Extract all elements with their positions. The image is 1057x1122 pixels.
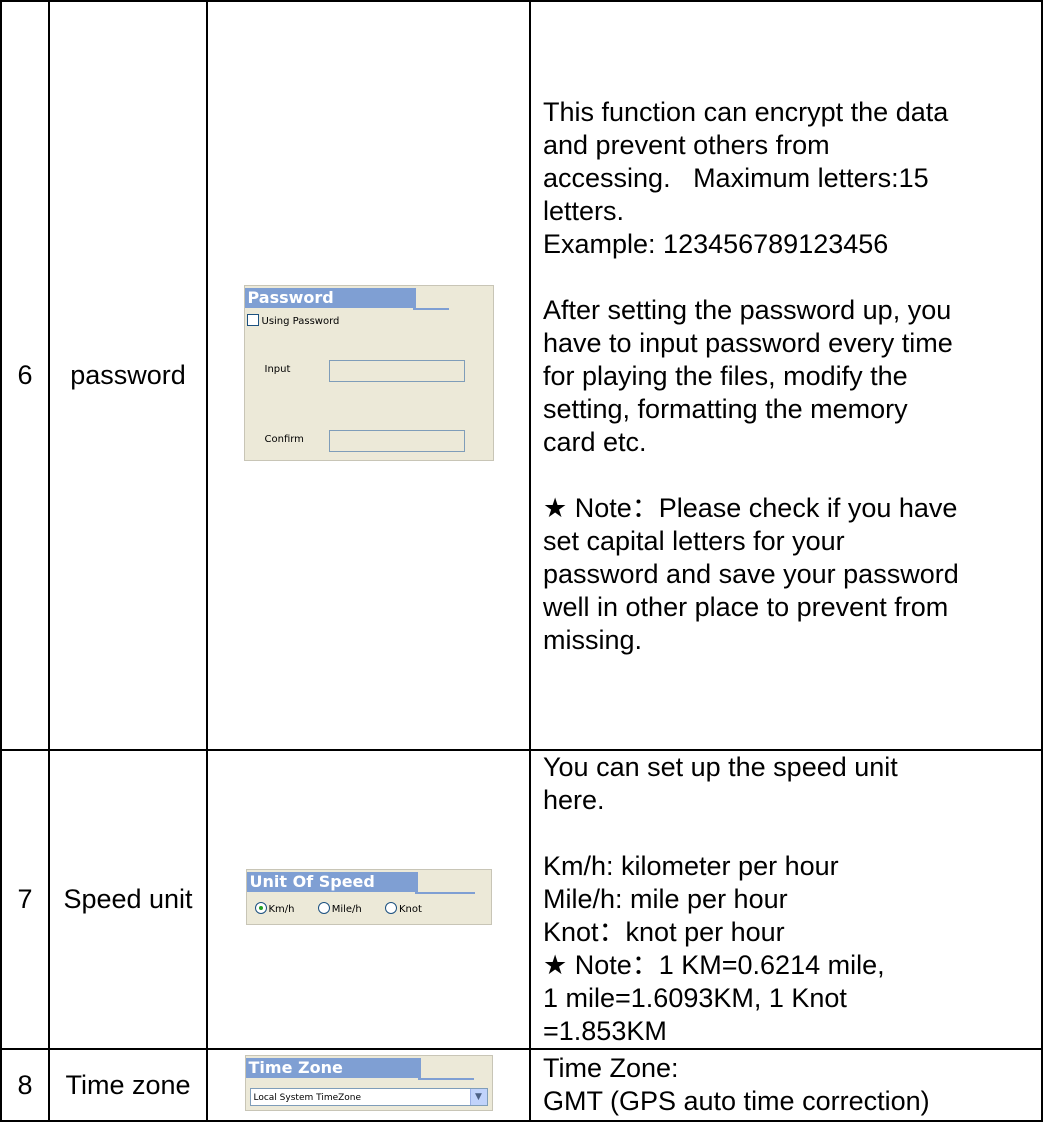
desc-line: GMT (GPS auto time correction)	[543, 1086, 930, 1116]
panel-title: Time Zone	[245, 1057, 421, 1078]
description: This function can encrypt the data and p…	[529, 0, 1043, 751]
desc-line: =1.853KM	[543, 1016, 667, 1046]
select-value: Local System TimeZone	[253, 1092, 362, 1103]
desc-line: 1 mile=1.6093KM, 1 Knot	[543, 983, 847, 1013]
description: You can set up the speed unit here. Km/h…	[529, 749, 1043, 1050]
screenshot-cell: Time Zone Local System TimeZone ▼	[206, 1048, 531, 1122]
radio-label: Km/h	[268, 904, 295, 915]
panel-title: Password	[244, 288, 416, 308]
table-row: 7 Speed unit Unit Of Speed Km/h Mile/h K…	[0, 749, 1043, 1050]
desc-line: password and save your password	[543, 559, 959, 589]
desc-line: for playing the files, modify the	[543, 361, 908, 391]
chevron-down-icon[interactable]: ▼	[469, 1088, 487, 1105]
desc-line: Time Zone:	[543, 1053, 679, 1083]
description: Time Zone: GMT (GPS auto time correction…	[529, 1048, 1043, 1122]
radio-mileh[interactable]: Mile/h	[317, 902, 362, 915]
time-zone-panel: Time Zone Local System TimeZone ▼	[244, 1054, 493, 1111]
checkbox-label: Using Password	[261, 316, 340, 327]
radio-knot[interactable]: Knot	[384, 902, 422, 915]
input-label: Input	[264, 364, 291, 375]
desc-line: setting, formatting the memory	[543, 394, 908, 424]
settings-table: 6 password Password Using Password Input…	[0, 0, 1043, 1122]
radio-icon[interactable]	[317, 902, 330, 914]
panel-title: Unit Of Speed	[246, 872, 418, 892]
desc-line: After setting the password up, you	[543, 295, 952, 325]
desc-line: well in other place to prevent from	[543, 592, 949, 622]
setting-name: Speed unit	[48, 749, 208, 1050]
password-panel: Password Using Password Input Confirm	[243, 285, 494, 461]
radio-kmh[interactable]: Km/h	[254, 902, 295, 915]
speed-unit-panel: Unit Of Speed Km/h Mile/h Knot	[245, 869, 492, 925]
desc-line: set capital letters for your	[543, 526, 845, 556]
password-confirm-input[interactable]	[328, 430, 465, 452]
desc-line: Knot：knot per hour	[543, 917, 785, 947]
password-input[interactable]	[328, 360, 465, 382]
radio-label: Knot	[398, 904, 422, 915]
note-line: ★ Note：1 KM=0.6214 mile,	[543, 950, 885, 980]
setting-name: Time zone	[48, 1048, 208, 1122]
desc-line: You can set up the speed unit	[543, 752, 898, 782]
checkbox-icon[interactable]	[246, 314, 259, 326]
desc-line: here.	[543, 785, 605, 815]
note-line: ★ Note：Please check if you have	[543, 493, 958, 523]
time-zone-select[interactable]: Local System TimeZone ▼	[249, 1087, 488, 1106]
desc-line: and prevent others from	[543, 130, 830, 160]
row-number: 7	[0, 749, 50, 1050]
desc-line: missing.	[543, 625, 643, 655]
radio-label: Mile/h	[331, 904, 362, 915]
radio-icon[interactable]	[384, 902, 397, 914]
row-number: 6	[0, 0, 50, 751]
row-number: 8	[0, 1048, 50, 1122]
desc-line: accessing. Maximum letters:15	[543, 163, 929, 193]
table-row: 6 password Password Using Password Input…	[0, 0, 1043, 751]
radio-selected-icon[interactable]	[254, 902, 267, 914]
desc-line: Km/h: kilometer per hour	[543, 851, 839, 881]
desc-line: Mile/h: mile per hour	[543, 884, 788, 914]
desc-line: card etc.	[543, 427, 647, 457]
desc-line: Example: 123456789123456	[543, 229, 889, 259]
table-row: 8 Time zone Time Zone Local System TimeZ…	[0, 1048, 1043, 1122]
screenshot-cell: Password Using Password Input Confirm	[206, 0, 531, 751]
desc-line: This function can encrypt the data	[543, 97, 949, 127]
using-password-checkbox[interactable]: Using Password	[246, 314, 340, 327]
confirm-label: Confirm	[264, 434, 304, 445]
desc-line: have to input password every time	[543, 328, 953, 358]
screenshot-cell: Unit Of Speed Km/h Mile/h Knot	[206, 749, 531, 1050]
desc-line: letters.	[543, 196, 625, 226]
setting-name: password	[48, 0, 208, 751]
speed-unit-radio-group: Km/h Mile/h Knot	[254, 902, 442, 915]
